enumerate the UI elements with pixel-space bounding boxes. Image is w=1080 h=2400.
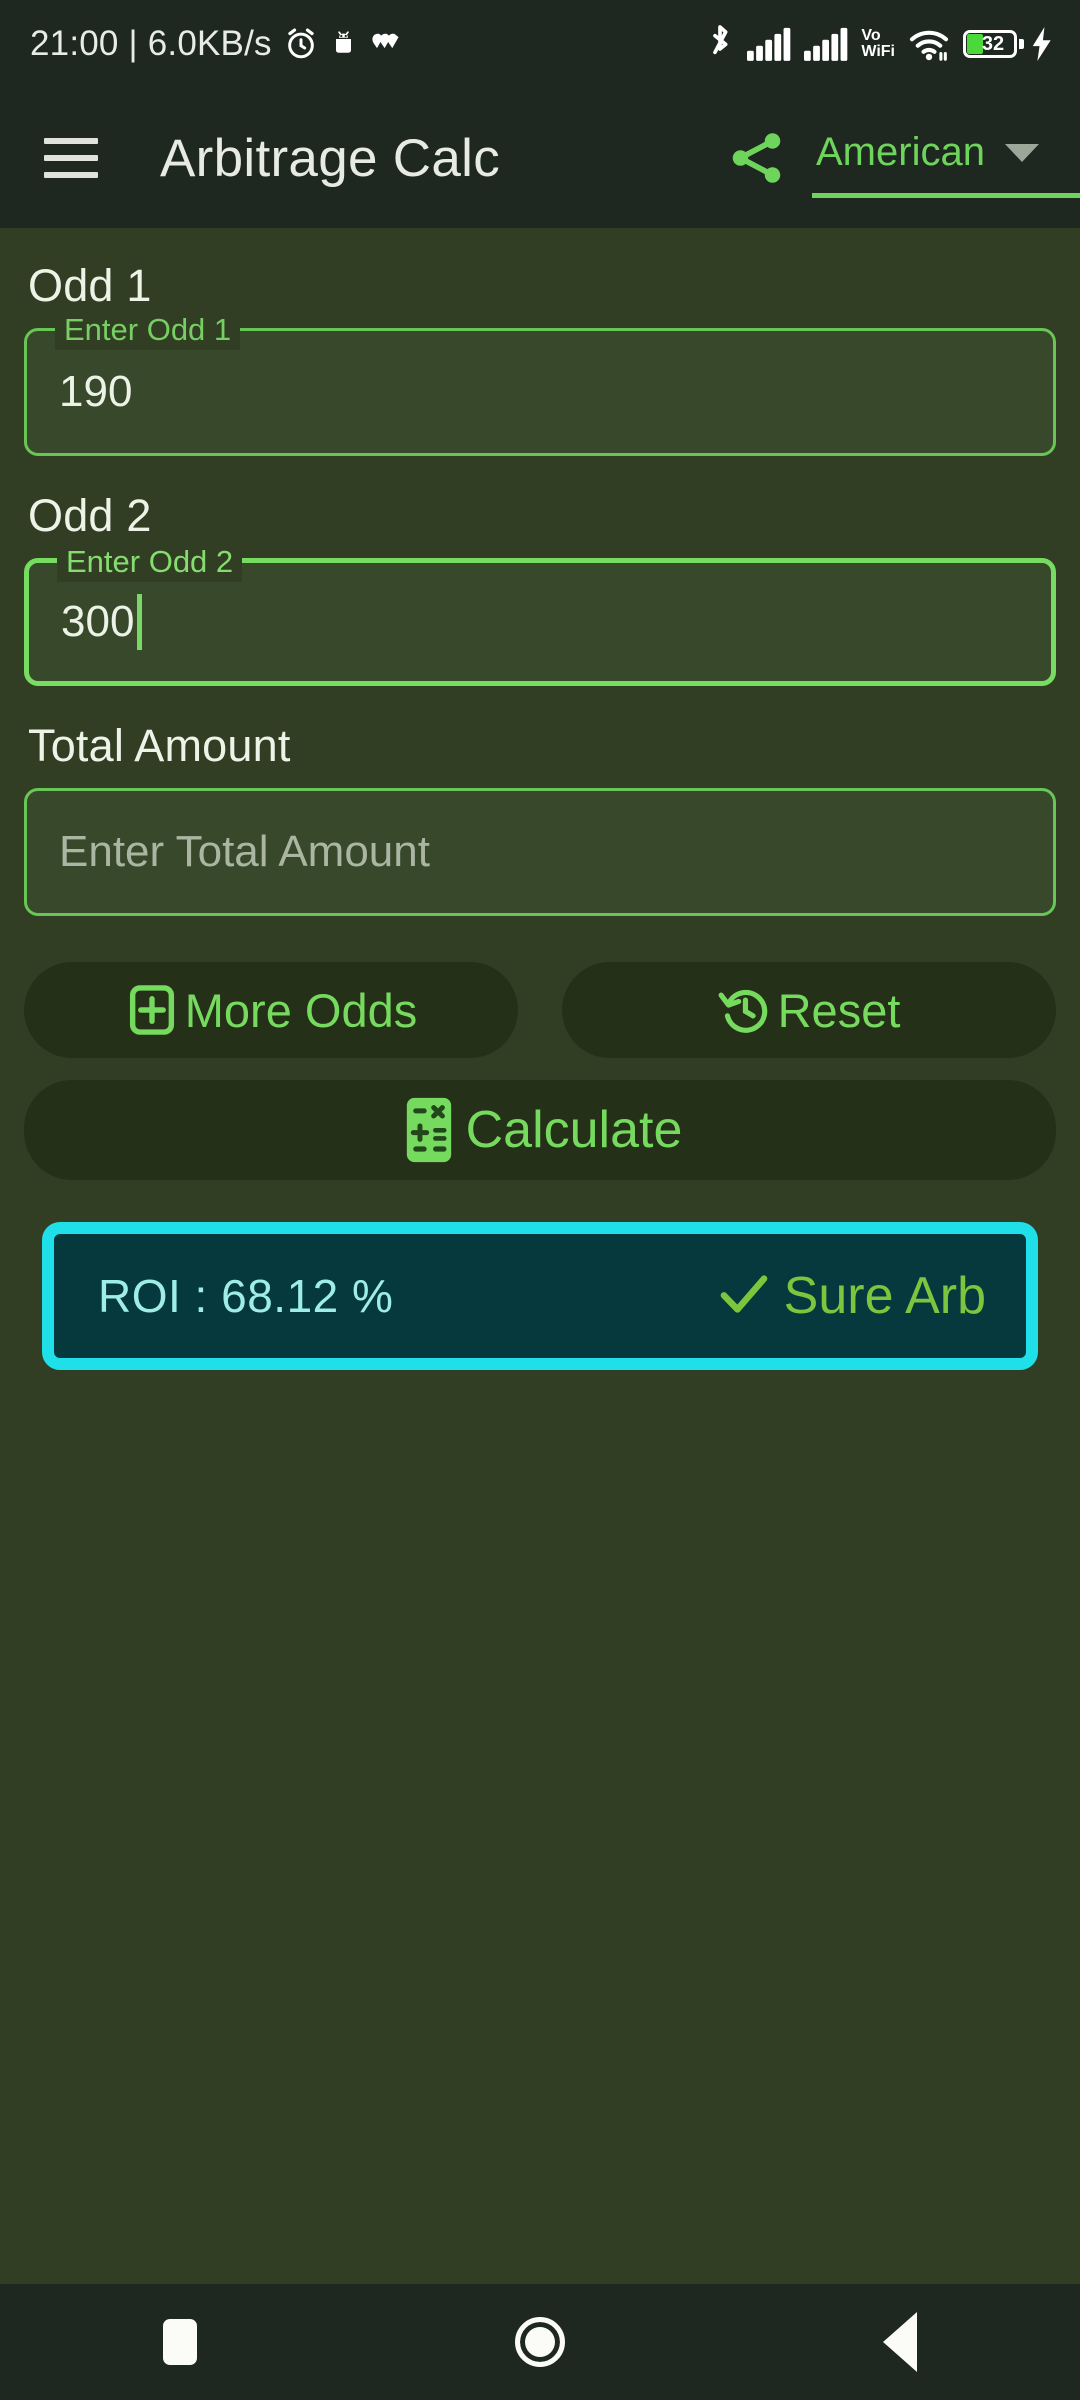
status-bar-right: Vo WiFi 32 [706,24,1054,64]
total-amount-placeholder: Enter Total Amount [59,827,430,876]
app-bar-actions: American [724,124,1080,198]
signal-sim1-icon [747,27,791,61]
calculator-icon [398,1095,460,1165]
app-bar: Arbitrage Calc American [0,88,1080,228]
main-content: Odd 1 Enter Odd 1 190 Odd 2 Enter Odd 2 … [0,228,1080,2284]
hamburger-menu-icon[interactable] [44,138,98,178]
odds-format-dropdown[interactable]: American [812,130,1080,198]
alarm-icon [284,27,318,61]
page-title: Arbitrage Calc [160,128,501,188]
odd2-input[interactable]: Enter Odd 2 300 [24,542,1056,686]
battery-icon: 32 [963,30,1024,58]
wifi-icon [908,27,950,61]
sure-arb-label: Sure Arb [783,1267,986,1325]
more-odds-label: More Odds [184,983,418,1037]
back-triangle-icon [883,2312,917,2372]
odds-format-value: American [816,130,985,174]
action-button-row: More Odds Reset [24,962,1056,1058]
battery-percent-label: 32 [981,32,1005,55]
chevron-down-icon [1004,143,1039,162]
calculate-label: Calculate [465,1101,683,1159]
odd2-section-label: Odd 2 [28,490,152,541]
odd2-value-wrap: 300 [61,594,143,650]
odd2-value: 300 [61,597,135,646]
vowifi-icon: Vo WiFi [861,28,895,60]
recents-square-icon [163,2319,197,2365]
sure-arb-badge: Sure Arb [716,1266,986,1327]
vowifi-bottom-text: WiFi [861,43,895,60]
activity-heart-icon [369,29,403,59]
odd1-value: 190 [59,367,133,416]
more-odds-button[interactable]: More Odds [24,962,518,1058]
bluetooth-icon [706,24,734,64]
check-mark-icon [716,1266,772,1327]
add-box-icon [125,983,179,1037]
status-bar-left: 21:00 | 6.0KB/s [30,24,403,64]
total-amount-input[interactable]: Enter Total Amount [24,788,1056,916]
back-button[interactable] [825,2284,975,2400]
odd1-section-label: Odd 1 [28,260,152,311]
result-card: ROI : 68.12 % Sure Arb [42,1222,1038,1370]
charging-bolt-icon [1030,27,1054,61]
status-bar: 21:00 | 6.0KB/s Vo WiFi 32 [0,0,1080,88]
home-button[interactable] [465,2284,615,2400]
recents-button[interactable] [105,2284,255,2400]
odd1-input[interactable]: Enter Odd 1 190 [24,310,1056,456]
reset-label: Reset [777,983,901,1037]
share-icon[interactable] [724,125,790,191]
phone-screen: 21:00 | 6.0KB/s Vo WiFi 32 Arbitrage Cal… [0,0,1080,2400]
total-amount-section-label: Total Amount [28,720,291,771]
signal-sim2-icon [804,27,848,61]
result-section: ROI : 68.12 % Sure Arb [24,1222,1056,1370]
calculate-button[interactable]: Calculate [24,1080,1056,1180]
home-circle-icon [515,2317,565,2367]
odd1-floating-label: Enter Odd 1 [55,310,241,350]
android-nav-bar [0,2284,1080,2400]
reset-button[interactable]: Reset [562,962,1056,1058]
history-restore-icon [718,983,772,1037]
android-debug-icon [330,29,357,59]
roi-value: ROI : 68.12 % [98,1270,394,1322]
odd2-floating-label: Enter Odd 2 [57,542,243,582]
vowifi-top-text: Vo [861,27,881,44]
text-cursor [137,594,143,650]
status-clock-and-netspeed: 21:00 | 6.0KB/s [30,24,272,63]
